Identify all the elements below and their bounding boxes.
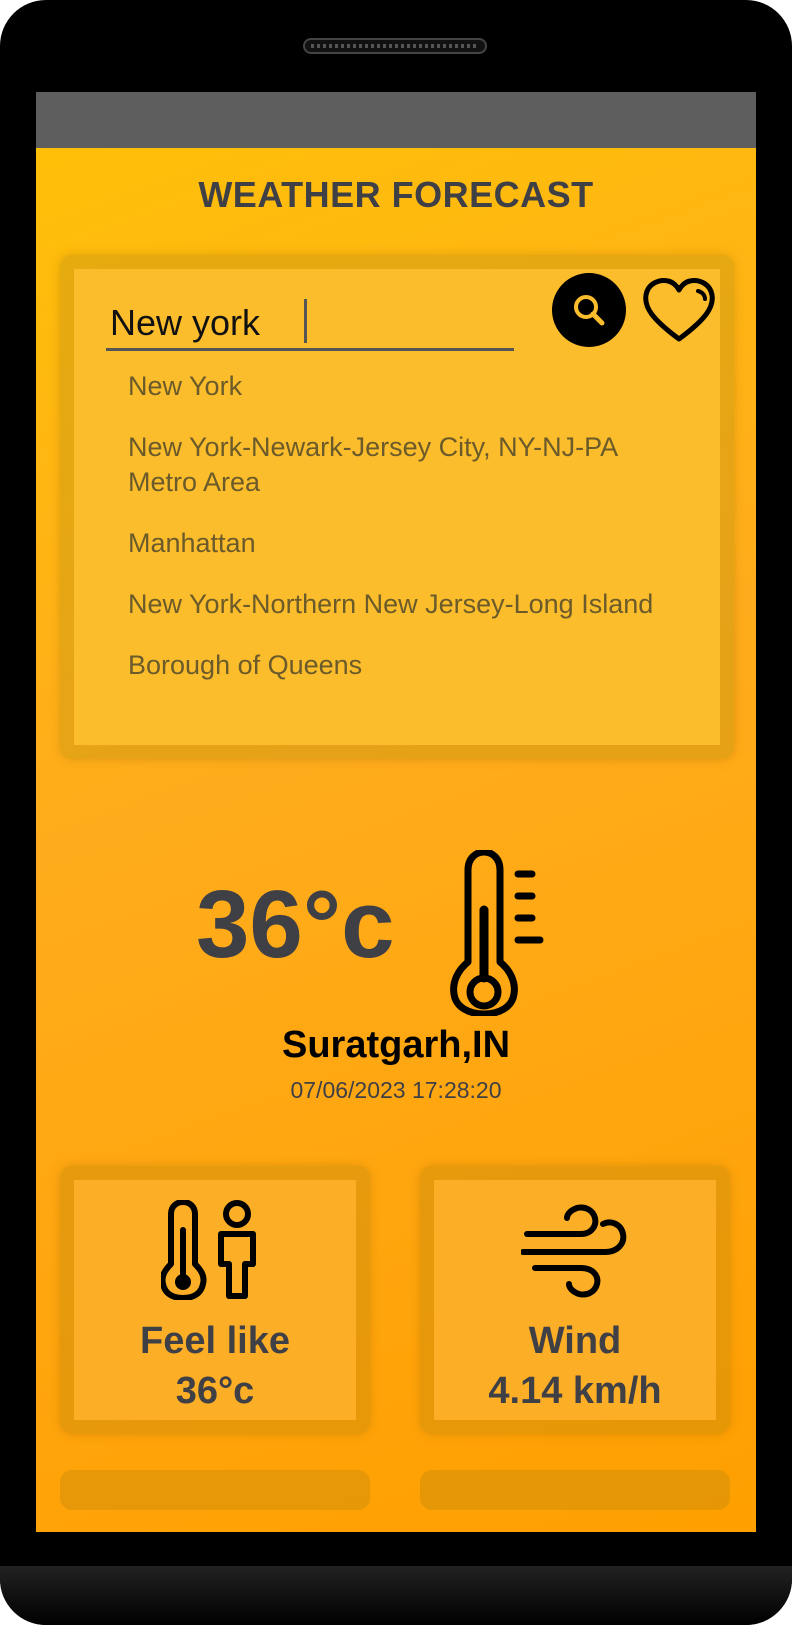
feel-like-panel: Feel like 36°c [74, 1180, 356, 1420]
thermometer-icon [450, 850, 544, 1016]
search-card: New York New York-Newark-Jersey City, NY… [60, 255, 734, 759]
suggestion-item[interactable]: Borough of Queens [128, 648, 688, 683]
thermometer-person-icon [161, 1200, 256, 1300]
search-panel: New York New York-Newark-Jersey City, NY… [74, 269, 720, 745]
suggestion-list: New York New York-Newark-Jersey City, NY… [128, 369, 688, 709]
app-title: WEATHER FORECAST [198, 174, 594, 215]
suggestion-item[interactable]: New York-Northern New Jersey-Long Island [128, 587, 688, 622]
phone-frame: WEATHER FORECAST New York New Y [0, 0, 792, 1625]
search-input[interactable] [106, 297, 514, 351]
search-icon [574, 295, 605, 326]
status-bar [36, 92, 756, 148]
search-button[interactable] [552, 273, 626, 347]
wind-value: 4.14 km/h [488, 1370, 662, 1412]
wind-icon [521, 1204, 627, 1298]
suggestion-item[interactable]: New York [128, 369, 688, 404]
text-caret [304, 299, 307, 343]
speaker-grille [303, 38, 487, 54]
feel-like-label: Feel like [140, 1320, 290, 1362]
date-time: 07/06/2023 17:28:20 [290, 1077, 502, 1103]
feel-like-value: 36°c [175, 1370, 255, 1412]
app-screen: WEATHER FORECAST New York New Y [36, 92, 756, 1532]
feel-like-card: Feel like 36°c [60, 1166, 370, 1434]
suggestion-item[interactable]: New York-Newark-Jersey City, NY-NJ-PA Me… [128, 430, 688, 500]
wind-card: Wind 4.14 km/h [420, 1166, 730, 1434]
current-temperature-row: 36°c [36, 850, 756, 1020]
city-name: Suratgarh,IN [281, 1024, 511, 1066]
suggestion-item[interactable]: Manhattan [128, 526, 688, 561]
wind-label: Wind [528, 1320, 622, 1362]
wind-panel: Wind 4.14 km/h [434, 1180, 716, 1420]
stat-card-partial [60, 1470, 370, 1510]
stat-card-partial [420, 1470, 730, 1510]
favorite-heart-icon[interactable] [642, 277, 716, 343]
phone-bottom-bezel [0, 1566, 792, 1625]
current-temperature: 36°c [196, 871, 395, 978]
